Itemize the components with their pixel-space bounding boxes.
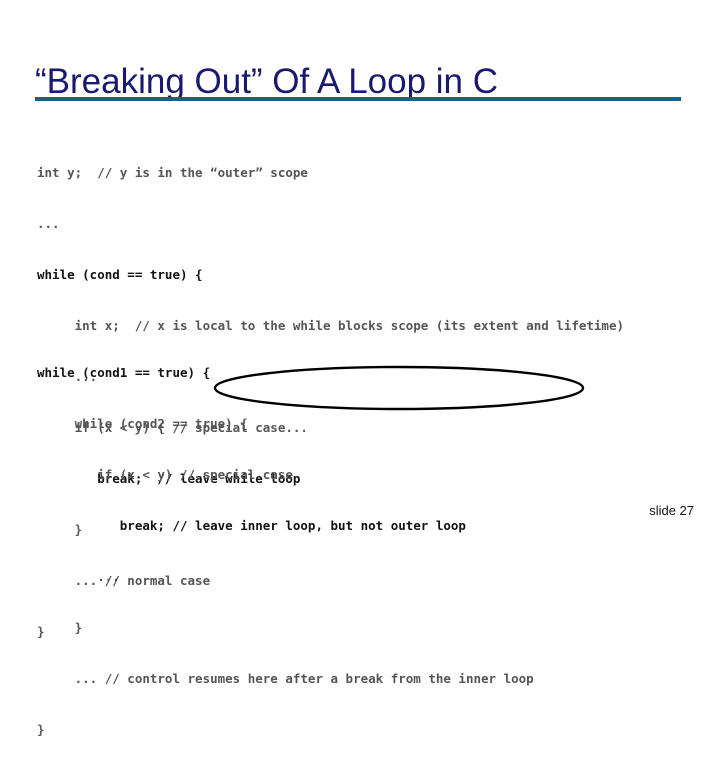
code-line: while (cond == true) { bbox=[37, 267, 203, 282]
slide-canvas: “Breaking Out” Of A Loop in C int y; // … bbox=[0, 0, 720, 737]
code-line: while (cond1 == true) { bbox=[37, 365, 211, 380]
slide-number: slide 27 bbox=[649, 503, 694, 518]
code-block-nested-loop: while (cond1 == true) { while (cond2 == … bbox=[37, 330, 534, 772]
code-line: ... bbox=[37, 569, 120, 584]
code-line: int y; // y is in the “outer” scope bbox=[37, 165, 308, 180]
code-line-break-statement: break; // leave inner loop, but not oute… bbox=[37, 518, 466, 533]
code-line: } bbox=[37, 722, 45, 737]
code-line: ... bbox=[37, 216, 60, 231]
title-underline-rule bbox=[35, 97, 681, 101]
code-line: if (x < y) // special case bbox=[37, 467, 293, 482]
code-line: while (cond2 == true) { bbox=[37, 416, 248, 431]
code-line: } bbox=[37, 620, 83, 635]
code-line: ... // control resumes here after a brea… bbox=[37, 671, 534, 686]
